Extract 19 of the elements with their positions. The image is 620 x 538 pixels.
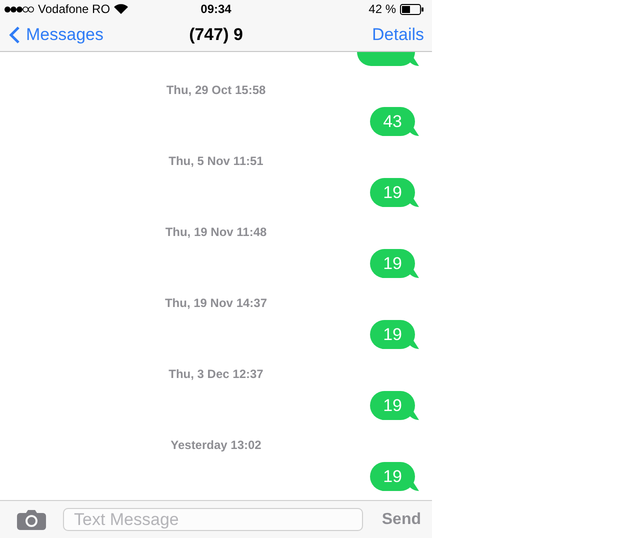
message-timestamp: Thu, 19 Nov 14:37 (164, 295, 268, 311)
message-timestamp: Yesterday 13:02 (170, 437, 262, 453)
message-timestamp: Thu, 3 Dec 12:37 (168, 366, 264, 382)
battery-percent: 42 % (368, 2, 396, 16)
conversation-title: (747) 9 (189, 24, 243, 44)
back-button[interactable]: Messages (9, 24, 104, 44)
carrier-name: Vodafone RO (38, 2, 110, 16)
message-timestamp: Thu, 5 Nov 11:51 (168, 153, 264, 169)
message-timestamp: Thu, 29 Oct 15:58 (165, 82, 266, 98)
wifi-icon (114, 4, 128, 14)
message-timestamp: Thu, 19 Nov 11:48 (164, 224, 267, 240)
back-chevron-icon (9, 26, 20, 44)
clock-time: 09:34 (200, 2, 232, 16)
camera-icon[interactable] (17, 510, 46, 530)
message-input-field[interactable]: Text Message (63, 508, 363, 531)
details-button[interactable]: Details (372, 24, 424, 44)
message-bubble (357, 52, 419, 66)
signal-icon (4, 6, 34, 12)
battery-icon (400, 4, 424, 14)
